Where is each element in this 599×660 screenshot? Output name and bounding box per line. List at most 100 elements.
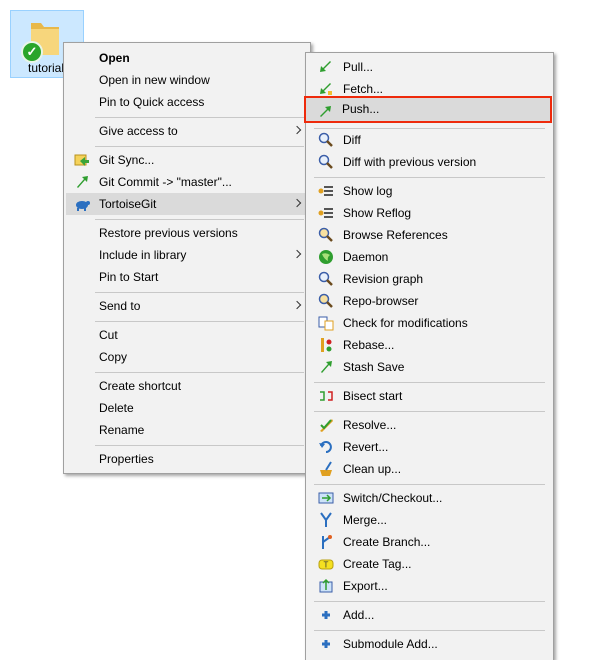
menu-item-git-sync[interactable]: Git Sync... bbox=[66, 149, 308, 171]
menu-item-rebase[interactable]: Rebase... bbox=[308, 334, 551, 356]
menu-item-label: Create Tag... bbox=[343, 557, 412, 571]
menu-item-label: Add... bbox=[343, 608, 375, 622]
menu-item-include-library[interactable]: Include in library bbox=[66, 244, 308, 266]
menu-item-revert[interactable]: Revert... bbox=[308, 436, 551, 458]
menu-item-browse-references[interactable]: Browse References bbox=[308, 224, 551, 246]
menu-item-show-reflog[interactable]: Show Reflog bbox=[308, 202, 551, 224]
separator bbox=[314, 411, 545, 412]
menu-item-label: Merge... bbox=[343, 513, 388, 527]
menu-item-label: Delete bbox=[99, 401, 134, 415]
menu-item-rename[interactable]: Rename bbox=[66, 419, 308, 441]
menu-item-create-branch[interactable]: Create Branch... bbox=[308, 531, 551, 553]
chevron-right-icon bbox=[292, 249, 302, 259]
menu-item-create-shortcut[interactable]: Create shortcut bbox=[66, 375, 308, 397]
separator bbox=[95, 219, 304, 220]
menu-item-label: Resolve... bbox=[343, 418, 397, 432]
tortoisegit-submenu: Pull... Fetch... Diff Diff with previous… bbox=[305, 52, 554, 660]
separator bbox=[95, 146, 304, 147]
repo-browser-icon bbox=[318, 293, 333, 308]
menu-item-daemon[interactable]: Daemon bbox=[308, 246, 551, 268]
chevron-right-icon bbox=[292, 125, 302, 135]
menu-item-add[interactable]: Add... bbox=[308, 604, 551, 626]
menu-item-delete[interactable]: Delete bbox=[66, 397, 308, 419]
stash-save-icon bbox=[321, 361, 332, 373]
menu-item-revision-graph[interactable]: Revision graph bbox=[308, 268, 551, 290]
pull-icon bbox=[320, 61, 331, 72]
menu-item-diff[interactable]: Diff bbox=[308, 129, 551, 151]
menu-item-merge[interactable]: Merge... bbox=[308, 509, 551, 531]
reflog-icon bbox=[318, 208, 333, 218]
menu-item-label: Rebase... bbox=[343, 338, 395, 352]
menu-item-label: Include in library bbox=[99, 248, 187, 262]
menu-item-label: Browse References bbox=[343, 228, 448, 242]
menu-item-resolve[interactable]: Resolve... bbox=[308, 414, 551, 436]
menu-item-tortoisegit[interactable]: TortoiseGit bbox=[66, 193, 308, 215]
menu-item-copy[interactable]: Copy bbox=[66, 346, 308, 368]
plus-icon bbox=[322, 640, 330, 648]
menu-item-stash-save[interactable]: Stash Save bbox=[308, 356, 551, 378]
create-branch-icon bbox=[322, 535, 332, 549]
chevron-right-icon bbox=[292, 300, 302, 310]
menu-item-give-access[interactable]: Give access to bbox=[66, 120, 308, 142]
rebase-icon bbox=[321, 338, 332, 352]
separator bbox=[314, 177, 545, 178]
menu-item-send-to[interactable]: Send to bbox=[66, 295, 308, 317]
menu-item-label: Send to bbox=[99, 299, 141, 313]
log-icon bbox=[318, 186, 333, 196]
menu-item-clean-up[interactable]: Clean up... bbox=[308, 458, 551, 480]
menu-item-create-tag[interactable]: T Create Tag... bbox=[308, 553, 551, 575]
separator bbox=[314, 601, 545, 602]
menu-item-open[interactable]: Open bbox=[66, 47, 308, 69]
menu-item-label: Push... bbox=[342, 102, 380, 116]
menu-item-label: TortoiseGit bbox=[99, 197, 157, 211]
menu-item-switch-checkout[interactable]: Switch/Checkout... bbox=[308, 487, 551, 509]
menu-item-label: Repo-browser bbox=[343, 294, 419, 308]
menu-item-label: Export... bbox=[343, 579, 388, 593]
menu-item-properties[interactable]: Properties bbox=[66, 448, 308, 470]
menu-item-label: Pull... bbox=[343, 60, 374, 74]
plus-icon bbox=[322, 611, 330, 619]
menu-item-label: Daemon bbox=[343, 250, 389, 264]
menu-item-label: Rename bbox=[99, 423, 145, 437]
svg-text:T: T bbox=[324, 561, 329, 570]
menu-item-cut[interactable]: Cut bbox=[66, 324, 308, 346]
separator bbox=[314, 484, 545, 485]
separator bbox=[95, 321, 304, 322]
menu-item-bisect-start[interactable]: Bisect start bbox=[308, 385, 551, 407]
tortoise-icon bbox=[76, 201, 90, 211]
menu-item-label: Stash Save bbox=[343, 360, 405, 374]
menu-item-label: Pin to Quick access bbox=[99, 95, 205, 109]
menu-item-diff-previous[interactable]: Diff with previous version bbox=[308, 151, 551, 173]
menu-item-repo-browser[interactable]: Repo-browser bbox=[308, 290, 551, 312]
separator bbox=[314, 630, 545, 631]
menu-item-open-new-window[interactable]: Open in new window bbox=[66, 69, 308, 91]
revert-icon bbox=[319, 441, 332, 453]
menu-item-label: Clean up... bbox=[343, 462, 402, 476]
menu-item-show-log[interactable]: Show log bbox=[308, 180, 551, 202]
menu-item-push[interactable]: Push... bbox=[304, 96, 552, 123]
menu-item-label: Bisect start bbox=[343, 389, 403, 403]
merge-icon bbox=[320, 512, 332, 527]
menu-item-label: Copy bbox=[99, 350, 128, 364]
menu-item-check-modifications[interactable]: Check for modifications bbox=[308, 312, 551, 334]
clean-up-icon bbox=[320, 461, 332, 476]
menu-item-label: Check for modifications bbox=[343, 316, 468, 330]
menu-item-pull[interactable]: Pull... bbox=[308, 56, 551, 78]
menu-item-restore-previous[interactable]: Restore previous versions bbox=[66, 222, 308, 244]
context-menu: Open Open in new window Pin to Quick acc… bbox=[63, 42, 311, 474]
menu-item-label: Show Reflog bbox=[343, 206, 412, 220]
menu-item-submodule-add[interactable]: Submodule Add... bbox=[308, 633, 551, 655]
menu-item-label: Switch/Checkout... bbox=[343, 491, 443, 505]
switch-checkout-icon bbox=[318, 492, 334, 504]
push-icon bbox=[320, 106, 331, 117]
menu-item-pin-start[interactable]: Pin to Start bbox=[66, 266, 308, 288]
menu-item-pin-quick-access[interactable]: Pin to Quick access bbox=[66, 91, 308, 113]
fetch-icon bbox=[320, 83, 332, 95]
menu-item-label: Open bbox=[99, 51, 130, 65]
menu-item-label: Give access to bbox=[99, 124, 178, 138]
menu-item-label: Git Sync... bbox=[99, 153, 155, 167]
export-icon bbox=[319, 578, 333, 593]
menu-item-export[interactable]: Export... bbox=[308, 575, 551, 597]
menu-item-label: Submodule Add... bbox=[343, 637, 438, 651]
menu-item-git-commit[interactable]: Git Commit -> "master"... bbox=[66, 171, 308, 193]
